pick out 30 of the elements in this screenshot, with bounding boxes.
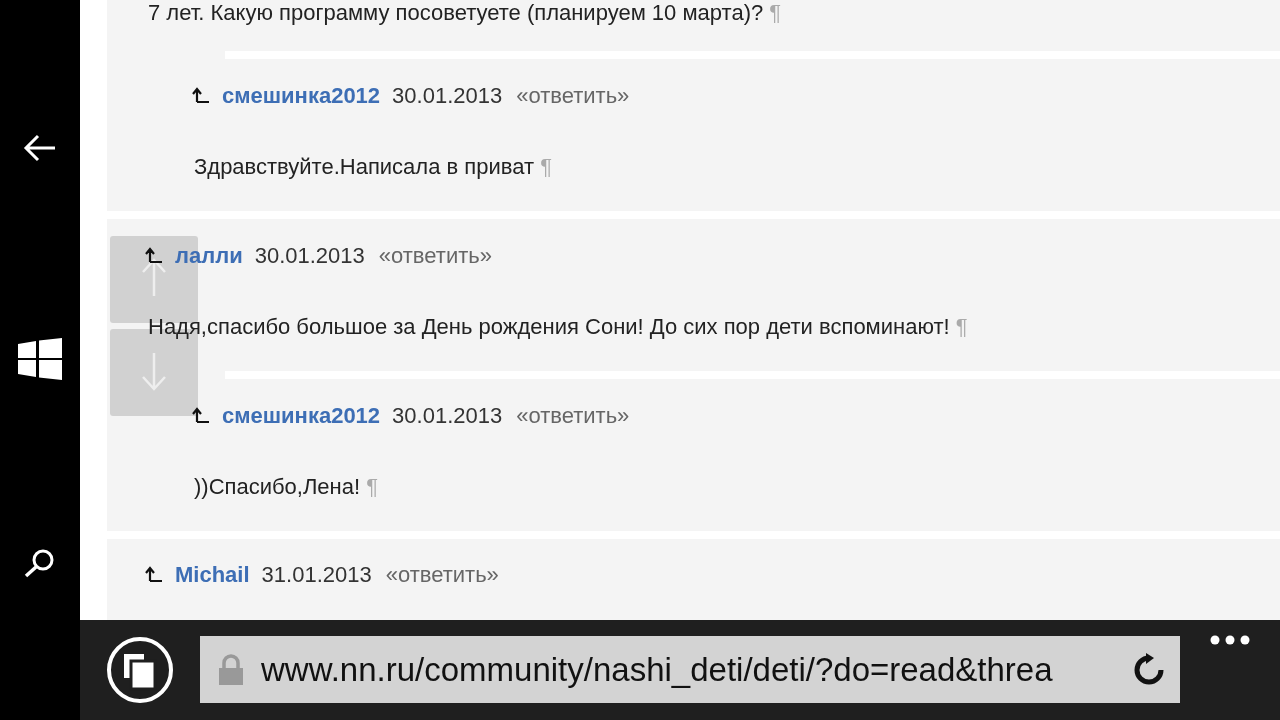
back-icon[interactable] (23, 134, 57, 162)
reply-link[interactable]: «ответить» (516, 78, 630, 112)
author-link[interactable]: Michail (175, 557, 250, 591)
more-icon[interactable] (1210, 635, 1250, 645)
reply-link[interactable]: «ответить» (378, 238, 492, 272)
address-field[interactable]: www.nn.ru/community/nashi_deti/deti/?do=read&threa (200, 636, 1180, 703)
down-arrow-icon (141, 353, 167, 391)
author-link[interactable]: смешинка2012 (222, 398, 381, 432)
windows-logo-icon[interactable] (18, 338, 62, 380)
reply-arrow-icon (145, 247, 163, 263)
up-arrow-icon (141, 258, 167, 296)
reply-link[interactable]: «ответить» (385, 557, 499, 591)
post-text: Здравствуйте.Написала в приват ¶ (194, 154, 553, 180)
post-date: 30.01.2013 (254, 241, 365, 270)
reply-link[interactable]: «ответить» (516, 398, 630, 432)
post-text: 7 лет. Какую программу посоветуете (планируем 10 марта)? ¶ (147, 0, 783, 26)
refresh-icon[interactable] (1132, 652, 1166, 687)
author-link[interactable]: смешинка2012 (222, 78, 381, 112)
lock-icon (218, 653, 244, 686)
reply-arrow-icon (192, 87, 210, 103)
post-date: 31.01.2013 (261, 560, 372, 589)
reply-arrow-icon (192, 407, 210, 423)
post-date: 30.01.2013 (392, 401, 503, 430)
url-text: www.nn.ru/community/nashi_deti/deti/?do=read&threa (261, 649, 1054, 690)
post-text: ))Спасибо,Лена! ¶ (194, 474, 380, 500)
tabs-icon[interactable] (106, 636, 174, 704)
author-link[interactable]: лалли (175, 238, 243, 272)
post-text: Надя,спасибо большое за День рождения Сони! До сих пор дети вспоминают! ¶ (148, 314, 969, 340)
post-date: 30.01.2013 (392, 81, 503, 110)
reply-arrow-icon (145, 566, 163, 582)
